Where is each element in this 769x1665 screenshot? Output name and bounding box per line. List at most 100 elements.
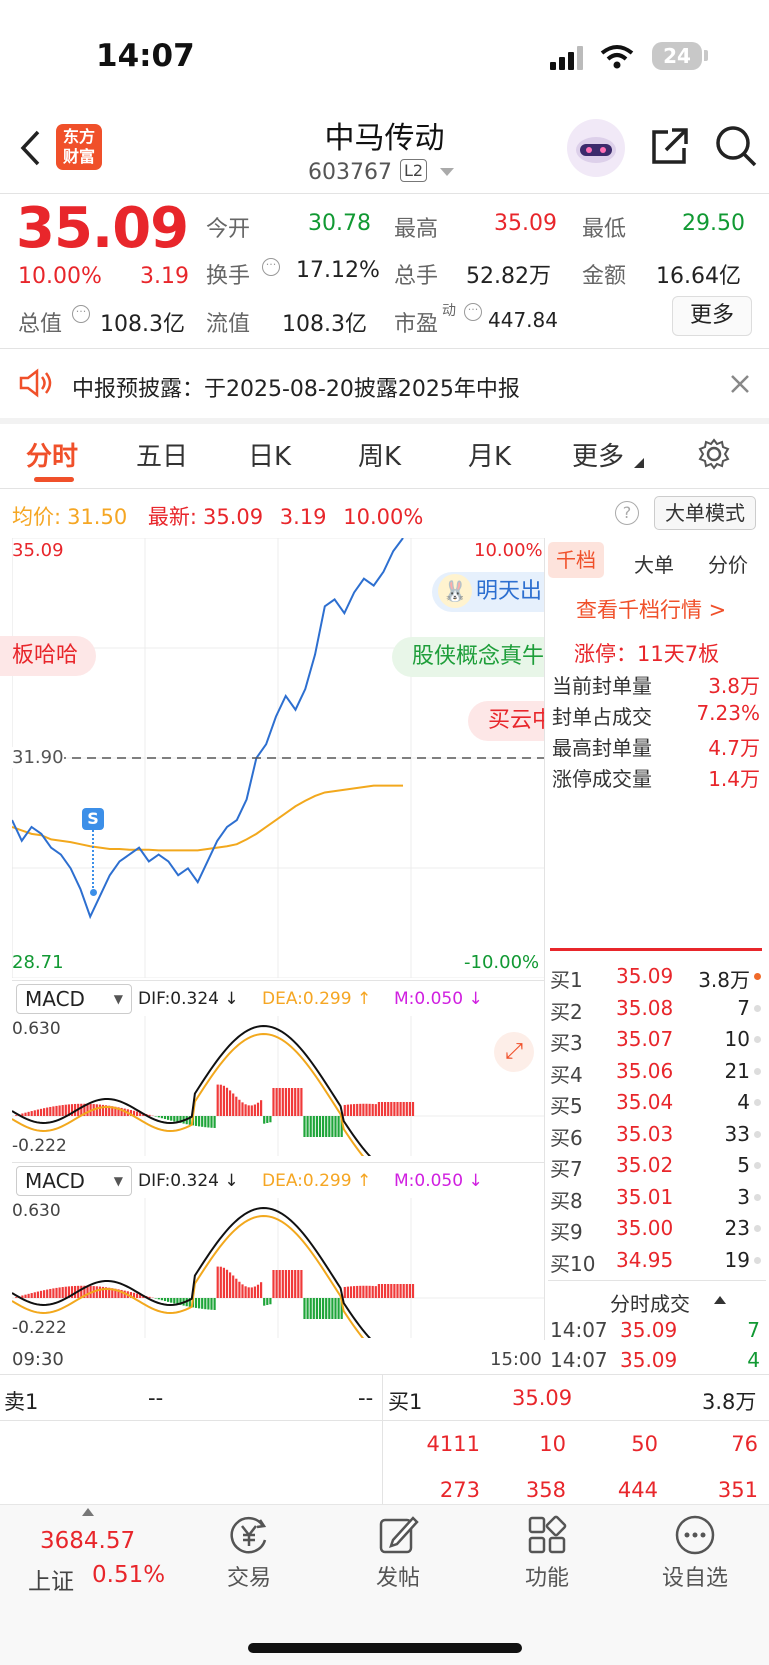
bubble-text: 明天出 — [476, 579, 543, 604]
macd-selector[interactable]: MACD ▼ — [16, 984, 132, 1014]
sell1-label: 卖1 — [4, 1390, 39, 1414]
tick-volume: 7 — [747, 1318, 760, 1342]
comment-bubble[interactable]: 板哈哈 — [0, 636, 97, 676]
macd-bar — [303, 1116, 306, 1137]
close-icon[interactable] — [730, 374, 750, 394]
limit-up-streak: 涨停：11天7板 — [574, 642, 720, 666]
macd-bar — [55, 1105, 58, 1116]
info-icon[interactable]: ··· — [464, 303, 482, 321]
macd-bar — [201, 1298, 204, 1309]
level2-badge[interactable]: L2 — [400, 159, 428, 182]
macd-bar — [39, 1290, 43, 1298]
tab-monthly-k[interactable]: 月K — [468, 436, 511, 473]
macd-bar — [300, 1088, 303, 1116]
buy1-volume: 3.8万 — [702, 1390, 757, 1414]
tab-5day[interactable]: 五日 — [136, 436, 188, 473]
tab-more[interactable]: 更多 — [572, 436, 624, 473]
macd-bottom-label: -0.222 — [12, 1136, 67, 1156]
more-dots-icon[interactable] — [674, 1514, 716, 1556]
macd-bar — [380, 1284, 384, 1298]
macd-bar — [312, 1298, 315, 1319]
info-icon[interactable]: ··· — [262, 258, 280, 276]
tab-intraday[interactable]: 分时 — [26, 436, 78, 473]
tab-big-order[interactable]: 大单 — [634, 549, 674, 578]
bid-dot — [754, 1130, 761, 1138]
view-depth-link[interactable]: 查看千档行情 > — [576, 594, 726, 624]
tab-price-dist[interactable]: 分价 — [708, 549, 748, 578]
info-icon[interactable]: ··· — [72, 305, 90, 323]
macd-bar — [43, 1290, 46, 1298]
nav-add-watchlist[interactable]: 设自选 — [645, 1560, 745, 1592]
comment-bubble[interactable]: 买云中 — [468, 701, 544, 741]
mcap-value: 108.3亿 — [100, 312, 185, 337]
share-icon[interactable] — [648, 124, 692, 168]
macd-bar — [24, 1294, 27, 1298]
notice-text[interactable]: 中报预披露：于2025-08-20披露2025年中报 — [72, 371, 520, 403]
tab-weekly-k[interactable]: 周K — [358, 436, 401, 473]
caret-up-icon[interactable] — [714, 1296, 726, 1304]
functions-grid-icon[interactable] — [526, 1514, 568, 1556]
bid-level-label: 买3 — [550, 1031, 583, 1055]
post-edit-icon[interactable] — [377, 1514, 419, 1556]
macd-bar — [55, 1287, 58, 1298]
macd-selector[interactable]: MACD ▼ — [16, 1166, 132, 1196]
robot-avatar-icon[interactable] — [566, 118, 626, 178]
macd-bar — [173, 1298, 176, 1304]
macd-bar — [408, 1102, 411, 1116]
macd-bar — [170, 1298, 173, 1303]
macd-bar — [64, 1286, 67, 1298]
m-value: M:0.050 ↓ — [394, 1171, 483, 1191]
bid-dot — [754, 1193, 761, 1201]
macd-bar — [303, 1298, 306, 1319]
nav-functions[interactable]: 功能 — [507, 1560, 587, 1592]
amount-label: 金额 — [582, 264, 627, 289]
macd-bar — [318, 1298, 322, 1319]
ticks-title[interactable]: 分时成交 — [610, 1288, 690, 1317]
macd-bar — [405, 1284, 408, 1298]
signal-marker[interactable]: S — [82, 808, 104, 830]
last-label: 最新: — [147, 505, 197, 529]
divider — [0, 1420, 769, 1421]
index-value[interactable]: 3684.57 — [40, 1528, 135, 1554]
trade-yen-icon[interactable] — [228, 1514, 270, 1556]
macd-bar — [263, 1298, 266, 1306]
nav-post[interactable]: 发帖 — [358, 1560, 438, 1592]
tab-daily-k[interactable]: 日K — [248, 436, 291, 473]
caret-down-icon[interactable] — [440, 168, 454, 178]
big-order-mode-button[interactable]: 大单模式 — [654, 496, 756, 530]
search-icon[interactable] — [714, 124, 758, 168]
macd-bar — [287, 1270, 291, 1298]
marker-dot — [90, 889, 97, 896]
macd-bar — [232, 1093, 235, 1116]
macd-bar — [318, 1116, 322, 1137]
nav-trade[interactable]: 交易 — [209, 1560, 289, 1592]
macd-bar — [256, 1102, 260, 1116]
divider — [0, 348, 769, 349]
pct-min-label: -10.00% — [464, 952, 540, 973]
seal-stat-value: 4.7万 — [708, 736, 760, 760]
comment-bubble[interactable]: 股侠概念真牛 — [392, 637, 544, 677]
tab-thousand-level[interactable]: 千档 — [548, 542, 604, 578]
expand-icon[interactable]: ⤢ — [494, 1032, 534, 1072]
macd-bar — [154, 1298, 157, 1299]
divider — [12, 980, 544, 981]
macd-bar — [411, 1102, 415, 1116]
macd-bar — [229, 1272, 232, 1298]
settings-gear-icon[interactable] — [698, 438, 730, 470]
help-icon[interactable]: ? — [615, 501, 639, 525]
dif-line — [12, 1025, 372, 1156]
index-name[interactable]: 上证 — [28, 1562, 74, 1596]
macd-bar — [49, 1106, 52, 1116]
macd-bar — [337, 1116, 340, 1137]
macd-bar — [269, 1298, 272, 1305]
macd-bar — [349, 1104, 353, 1116]
more-button[interactable]: 更多 — [672, 296, 752, 336]
index-pct[interactable]: 0.51% — [92, 1562, 165, 1588]
macd-bar — [235, 1278, 238, 1298]
macd-bar — [384, 1284, 387, 1298]
macd-bar — [61, 1105, 64, 1116]
macd-bar — [64, 1104, 67, 1116]
caret-up-icon[interactable] — [82, 1508, 94, 1516]
dea-value: DEA:0.299 ↑ — [262, 989, 372, 1009]
macd-bar — [219, 1266, 222, 1298]
